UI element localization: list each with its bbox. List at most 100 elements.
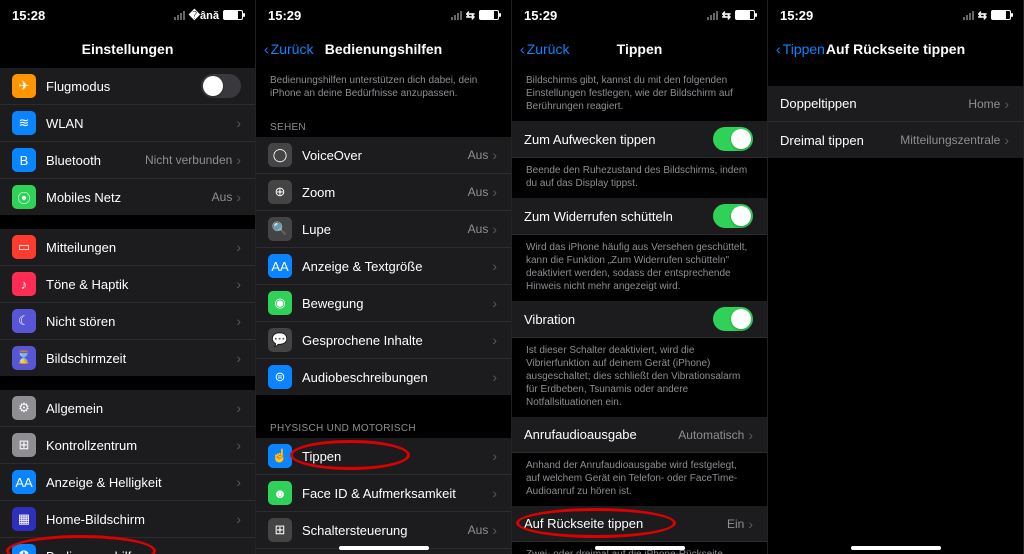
row-label: Auf Rückseite tippen	[524, 516, 727, 531]
status-time: 15:29	[780, 8, 813, 23]
touch-screen: 15:29 ⇆ ‹ Zurück Tippen Bildschirms gibt…	[512, 0, 768, 554]
settings-row[interactable]: ☝Tippen›	[256, 438, 511, 475]
row-label: WLAN	[46, 116, 236, 131]
row-label: Schaltersteuerung	[302, 523, 468, 538]
settings-row[interactable]: 💬Gesprochene Inhalte›	[256, 322, 511, 359]
row-icon: ⊞	[268, 518, 292, 542]
row-label: Lupe	[302, 222, 468, 237]
row-icon: ⌛	[12, 346, 36, 370]
row-label: Home-Bildschirm	[46, 512, 236, 527]
chevron-icon: ›	[748, 516, 753, 532]
chevron-icon: ›	[236, 400, 241, 416]
wifi-icon: ⇆	[722, 9, 731, 22]
row-icon: ☝	[268, 444, 292, 468]
settings-row[interactable]: ☻Face ID & Aufmerksamkeit›	[256, 475, 511, 512]
back-tap-row[interactable]: Auf Rückseite tippen Ein ›	[512, 506, 767, 542]
shake-undo-row[interactable]: Zum Widerrufen schütteln	[512, 198, 767, 235]
status-bar: 15:29 ⇆	[256, 0, 511, 30]
settings-row[interactable]: ▦ Home-Bildschirm›	[0, 501, 255, 538]
row-label: Dreimal tippen	[780, 133, 900, 148]
page-title: Einstellungen	[82, 41, 174, 57]
row-label: Tippen	[302, 449, 492, 464]
settings-row[interactable]: ♪Töne & Haptik›	[0, 266, 255, 303]
settings-row[interactable]: ⌛Bildschirmzeit›	[0, 340, 255, 376]
row-value: Mitteilungszentrale	[900, 133, 1000, 147]
back-tap-screen: 15:29 ⇆ ‹ Tippen Auf Rückseite tippen Do…	[768, 0, 1024, 554]
row-icon: AA	[268, 254, 292, 278]
back-tap-group: DoppeltippenHome›Dreimal tippenMitteilun…	[768, 86, 1023, 158]
signal-icon	[963, 10, 974, 20]
settings-row[interactable]: ▭Mitteilungen›	[0, 229, 255, 266]
chevron-icon: ›	[1004, 132, 1009, 148]
settings-row[interactable]: ≋WLAN›	[0, 105, 255, 142]
tap-to-wake-row[interactable]: Zum Aufwecken tippen	[512, 121, 767, 158]
vibration-row[interactable]: Vibration	[512, 301, 767, 338]
settings-row[interactable]: DoppeltippenHome›	[768, 86, 1023, 122]
chevron-icon: ›	[236, 511, 241, 527]
row-icon: ♪	[12, 272, 36, 296]
toggle-switch[interactable]	[713, 127, 753, 151]
settings-row[interactable]: AAAnzeige & Helligkeit›	[0, 464, 255, 501]
settings-row[interactable]: Dreimal tippenMitteilungszentrale ›	[768, 122, 1023, 158]
settings-row[interactable]: ⚙ Allgemein›	[0, 390, 255, 427]
settings-row[interactable]: ⊜Audiobeschreibungen›	[256, 359, 511, 395]
chevron-icon: ›	[492, 221, 497, 237]
row-label: Mobiles Netz	[46, 190, 212, 205]
settings-row[interactable]: ✪Bedienungshilfen›	[0, 538, 255, 554]
back-label: Zurück	[527, 41, 570, 57]
row-value: Nicht verbunden	[145, 153, 232, 167]
signal-icon	[174, 10, 185, 20]
settings-row[interactable]: ⊕ZoomAus›	[256, 174, 511, 211]
settings-row[interactable]: AAAnzeige & Textgröße›	[256, 248, 511, 285]
settings-row[interactable]: ◉Bewegung›	[256, 285, 511, 322]
row-label: VoiceOver	[302, 148, 468, 163]
row-label: Zoom	[302, 185, 468, 200]
wifi-icon: ⇆	[978, 9, 987, 22]
row-value: Aus	[468, 148, 489, 162]
footer-text: Beende den Ruhezustand des Bildschirms, …	[512, 158, 767, 198]
home-indicator[interactable]	[851, 546, 941, 550]
toggle-switch[interactable]	[713, 307, 753, 331]
chevron-icon: ›	[492, 522, 497, 538]
chevron-icon: ›	[236, 152, 241, 168]
page-title: Tippen	[617, 41, 663, 57]
row-icon: ⚙	[12, 396, 36, 420]
row-label: Vibration	[524, 312, 713, 327]
toggle-switch[interactable]	[713, 204, 753, 228]
row-value: Ein	[727, 517, 744, 531]
nav-bar: ‹ Zurück Tippen	[512, 30, 767, 68]
row-label: Allgemein	[46, 401, 236, 416]
settings-row[interactable]: ⦿Mobiles NetzAus›	[0, 179, 255, 215]
settings-row[interactable]: 🔍LupeAus›	[256, 211, 511, 248]
row-value: Aus	[468, 222, 489, 236]
row-icon: ◉	[268, 291, 292, 315]
status-time: 15:29	[524, 8, 557, 23]
page-title: Bedienungshilfen	[325, 41, 442, 57]
back-button[interactable]: ‹ Tippen	[776, 41, 825, 57]
home-indicator[interactable]	[595, 546, 685, 550]
settings-row[interactable]: ⊞Kontrollzentrum›	[0, 427, 255, 464]
settings-row[interactable]: ⊞SchaltersteuerungAus›	[256, 512, 511, 549]
section-sehen: SEHEN	[256, 108, 511, 137]
call-audio-row[interactable]: Anrufaudioausgabe Automatisch ›	[512, 417, 767, 453]
row-value: Home	[968, 97, 1000, 111]
settings-row[interactable]: ◯VoiceOverAus›	[256, 137, 511, 174]
row-label: Anzeige & Helligkeit	[46, 475, 236, 490]
back-button[interactable]: ‹ Zurück	[264, 41, 313, 57]
home-indicator[interactable]	[339, 546, 429, 550]
row-icon: ▦	[12, 507, 36, 531]
settings-row[interactable]: BBluetoothNicht verbunden›	[0, 142, 255, 179]
settings-screen: 15:28 �ână Einstellungen ✈Flugmodus≋WLAN…	[0, 0, 256, 554]
row-value: Aus	[212, 190, 233, 204]
row-value: Automatisch	[678, 428, 744, 442]
signal-icon	[451, 10, 462, 20]
toggle-switch[interactable]	[201, 74, 241, 98]
row-icon: ⊕	[268, 180, 292, 204]
back-label: Tippen	[783, 41, 825, 57]
row-label: Face ID & Aufmerksamkeit	[302, 486, 492, 501]
status-bar: 15:28 �ână	[0, 0, 255, 30]
settings-row[interactable]: ☾Nicht stören›	[0, 303, 255, 340]
row-icon: ▭	[12, 235, 36, 259]
back-button[interactable]: ‹ Zurück	[520, 41, 569, 57]
settings-row[interactable]: ✈Flugmodus	[0, 68, 255, 105]
